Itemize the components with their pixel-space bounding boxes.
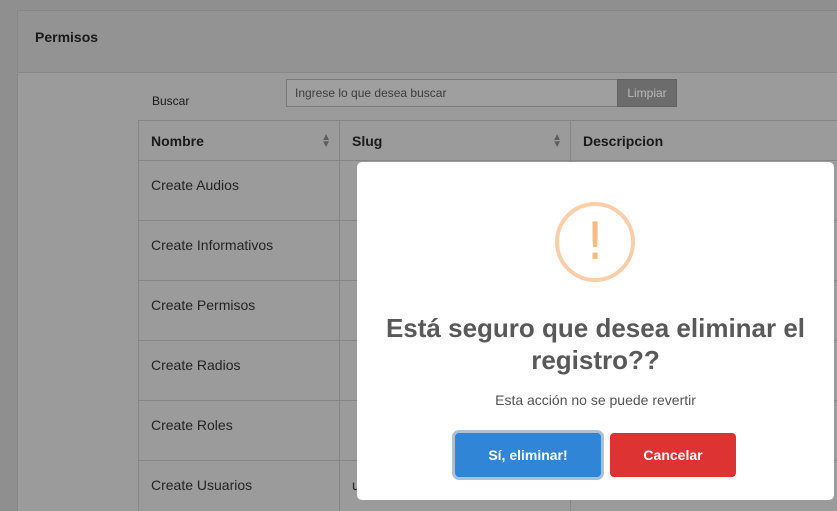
- card-title: Permisos: [35, 29, 99, 45]
- search-label: Buscar: [152, 94, 190, 108]
- cell-nombre: Create Usuarios: [138, 460, 340, 511]
- column-header-label: Descripcion: [583, 132, 664, 149]
- column-header-descripcion[interactable]: Descripcion: [570, 120, 837, 161]
- confirm-delete-button[interactable]: Sí, eliminar!: [455, 433, 601, 477]
- cell-nombre: Create Roles: [138, 400, 340, 461]
- clear-button[interactable]: Limpiar: [617, 79, 677, 107]
- cell-nombre: Create Radios: [138, 340, 340, 401]
- card-header: Permisos: [18, 11, 837, 73]
- column-header-label: Slug: [352, 132, 383, 149]
- column-header-nombre[interactable]: Nombre ▲ ▼: [138, 120, 340, 161]
- sort-icon: ▲ ▼: [321, 132, 331, 150]
- cancel-button[interactable]: Cancelar: [610, 433, 736, 477]
- confirm-delete-dialog: ! Está seguro que desea eliminar el regi…: [357, 162, 834, 500]
- column-header-slug[interactable]: Slug ▲ ▼: [339, 120, 571, 161]
- dialog-title: Está seguro que desea eliminar el regist…: [385, 313, 806, 375]
- search-input[interactable]: [286, 79, 618, 107]
- table-header-row: Nombre ▲ ▼ Slug ▲ ▼ Descripcion: [138, 120, 837, 161]
- cell-nombre: Create Informativos: [138, 220, 340, 281]
- dialog-message: Esta acción no se puede revertir: [495, 392, 696, 408]
- cell-nombre: Create Audios: [138, 160, 340, 221]
- cell-nombre: Create Permisos: [138, 280, 340, 341]
- exclamation-icon: !: [555, 202, 635, 282]
- sort-icon: ▲ ▼: [552, 132, 562, 150]
- column-header-label: Nombre: [151, 132, 204, 149]
